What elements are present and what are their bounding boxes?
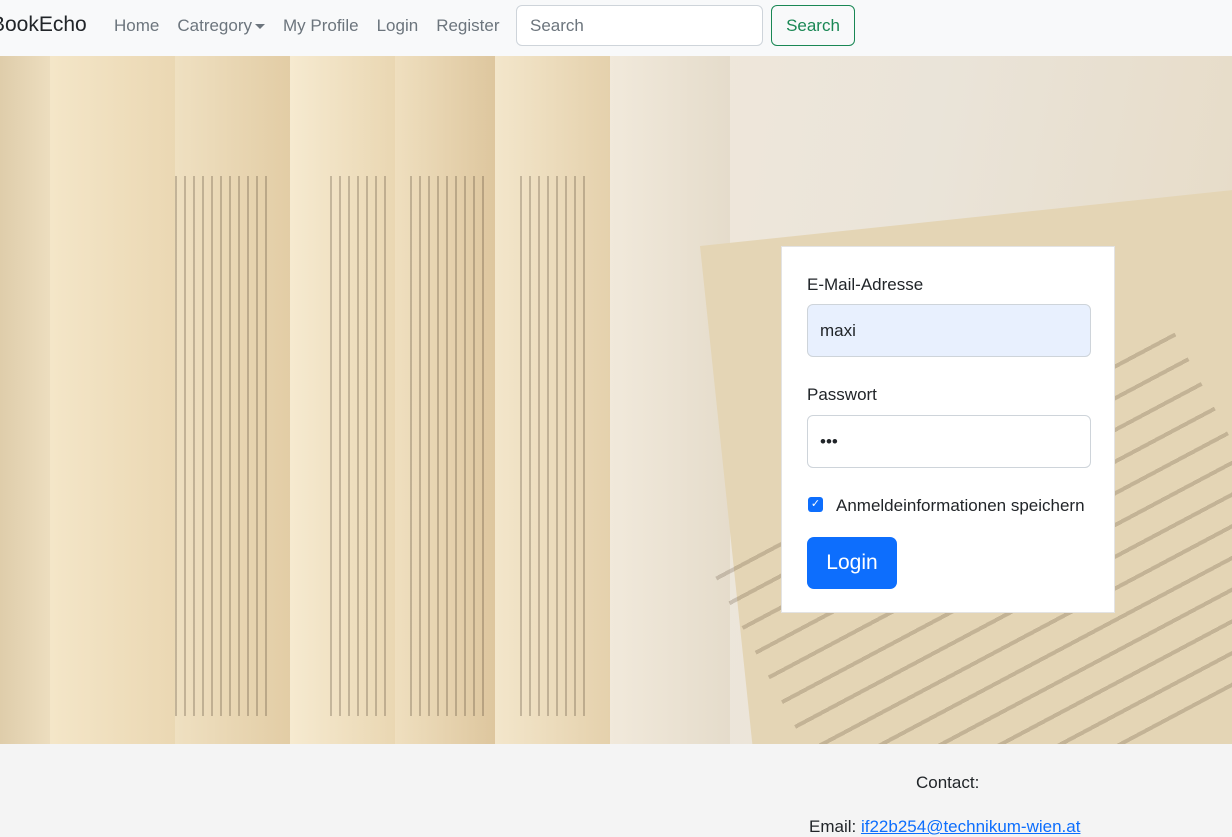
remember-checkbox[interactable]: ✓ (808, 497, 823, 512)
contact-email-link[interactable]: if22b254@technikum-wien.at (861, 817, 1081, 836)
book-page (610, 56, 730, 744)
search-input[interactable] (516, 5, 763, 46)
contact-title: Contact: (916, 773, 980, 792)
page-text-texture (410, 176, 490, 716)
nav-links: Home Catregory My Profile Login Register (114, 15, 518, 37)
email-label: E-Mail-Adresse (807, 275, 924, 294)
footer: Contact: Email: if22b254@technikum-wien.… (0, 744, 1232, 837)
password-field[interactable] (807, 415, 1091, 468)
email-prefix: Email: (809, 817, 857, 836)
nav-link-login[interactable]: Login (377, 15, 419, 37)
nav-link-my-profile[interactable]: My Profile (283, 15, 359, 37)
brand-logo[interactable]: BookEcho (0, 12, 87, 38)
password-label: Passwort (807, 385, 877, 404)
page-text-texture (175, 176, 270, 716)
remember-label[interactable]: Anmeldeinformationen speichern (836, 495, 1085, 517)
caret-down-icon (255, 23, 265, 29)
page-text-texture (520, 176, 590, 716)
nav-link-category-label: Catregory (177, 16, 252, 35)
contact-email-line: Email: if22b254@technikum-wien.at (809, 816, 1080, 837)
nav-link-home[interactable]: Home (114, 15, 159, 37)
navbar: BookEcho Home Catregory My Profile Login… (0, 0, 1232, 56)
checkmark-icon: ✓ (810, 498, 821, 510)
login-card: E-Mail-Adresse Passwort ✓ Anmeldeinforma… (781, 246, 1115, 613)
email-field[interactable] (807, 304, 1091, 357)
page-text-texture (330, 176, 390, 716)
nav-link-category-dropdown[interactable]: Catregory (177, 15, 265, 37)
login-button[interactable]: Login (807, 537, 897, 589)
search-button[interactable]: Search (771, 5, 855, 46)
book-page (50, 56, 180, 744)
nav-link-register[interactable]: Register (436, 15, 499, 37)
